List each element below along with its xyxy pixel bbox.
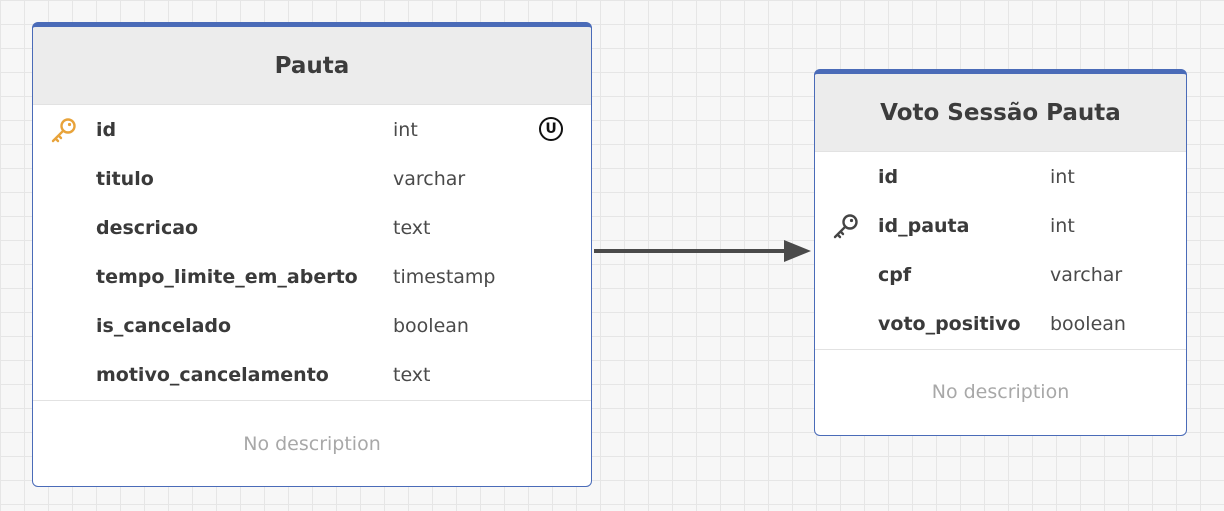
relation-connector[interactable] — [0, 0, 1224, 511]
arrowhead-icon — [784, 240, 811, 262]
